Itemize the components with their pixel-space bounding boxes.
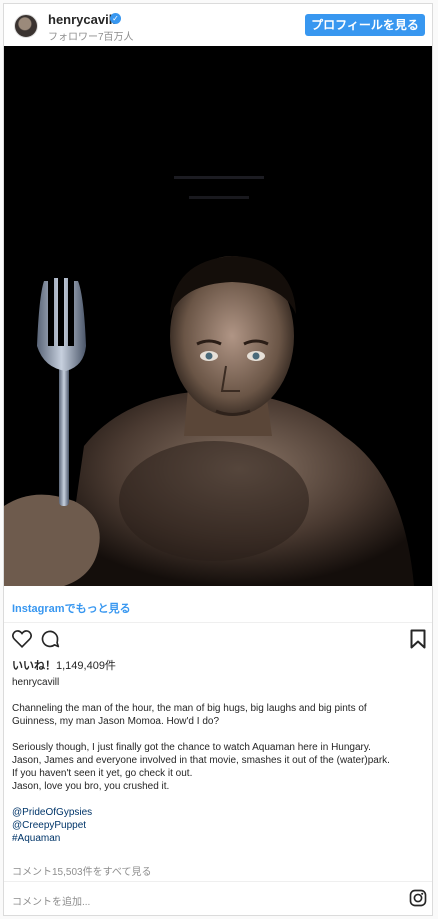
- bookmark-icon[interactable]: [410, 629, 426, 649]
- caption-line: Jason, love you bro, you crushed it.: [12, 781, 170, 792]
- post-image: [4, 46, 432, 586]
- avatar[interactable]: [14, 14, 38, 38]
- likes-label: いいね！: [12, 660, 56, 672]
- caption-line: If you haven't seen it yet, go check it …: [12, 768, 193, 779]
- caption-line: Seriously though, I just finally got the…: [12, 742, 371, 753]
- hashtag-link[interactable]: #Aquaman: [12, 832, 424, 845]
- username[interactable]: henrycavill: [48, 12, 116, 27]
- caption-line: Jason, James and everyone involved in th…: [12, 755, 390, 766]
- post-caption: Channeling the man of the hour, the man …: [12, 702, 424, 845]
- verified-badge-icon: ✓: [110, 13, 121, 24]
- post-header: henrycavill ✓ フォロワー7百万人 プロフィールを見る: [4, 4, 432, 48]
- caption-username[interactable]: henrycavill: [12, 677, 59, 688]
- comment-bubble-icon[interactable]: [40, 629, 60, 649]
- mention-link[interactable]: @PrideOfGypsies: [12, 806, 424, 819]
- mention-link[interactable]: @CreepyPuppet: [12, 819, 424, 832]
- instagram-embed-card: henrycavill ✓ フォロワー7百万人 プロフィールを見る Instag…: [3, 3, 433, 916]
- followers-count: フォロワー7百万人: [48, 32, 134, 43]
- view-profile-button[interactable]: プロフィールを見る: [305, 14, 425, 36]
- divider: [4, 622, 432, 623]
- caption-line: Guinness, my man Jason Momoa. How'd I do…: [12, 716, 220, 727]
- divider: [4, 881, 432, 882]
- view-all-comments-link[interactable]: コメント15,503件をすべて見る: [12, 863, 152, 878]
- view-more-on-instagram-link[interactable]: Instagramでもっと見る: [12, 600, 131, 616]
- caption-line: Channeling the man of the hour, the man …: [12, 703, 367, 714]
- add-comment-input[interactable]: コメントを追加...: [12, 893, 90, 908]
- instagram-logo-icon[interactable]: [409, 889, 427, 907]
- post-photo[interactable]: [4, 46, 432, 586]
- likes-count: いいね！1,149,409件: [12, 657, 116, 673]
- heart-icon[interactable]: [12, 629, 32, 648]
- likes-number: 1,149,409件: [56, 660, 116, 672]
